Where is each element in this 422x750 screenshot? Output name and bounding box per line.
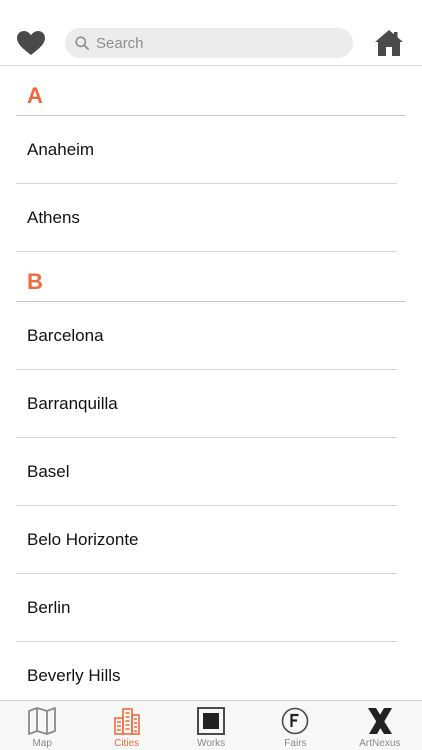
city-name: Athens [27, 207, 80, 227]
tab-works-label: Works [196, 738, 226, 749]
section-letter: A [27, 83, 43, 108]
city-row[interactable]: Berlin [16, 574, 397, 642]
city-name: Basel [27, 461, 70, 481]
city-name: Beverly Hills [27, 666, 121, 685]
x-logo-icon [367, 708, 392, 734]
home-icon[interactable] [374, 28, 404, 58]
search-input[interactable] [96, 34, 336, 52]
section-letter: B [27, 269, 43, 294]
search-bar[interactable] [65, 28, 353, 58]
section-header: A [16, 66, 406, 116]
tab-works[interactable]: Works [169, 701, 253, 750]
tab-map[interactable]: Map [0, 701, 84, 750]
tab-map-label: Map [32, 738, 52, 749]
tab-bar: Map Cities Works Fairs ArtNexus [0, 700, 422, 750]
tab-cities-label: Cities [114, 738, 140, 749]
section-header: B [16, 252, 406, 302]
f-circle-icon [282, 707, 309, 735]
tab-fairs[interactable]: Fairs [253, 701, 337, 750]
city-name: Berlin [27, 597, 71, 617]
city-row[interactable]: Anaheim [16, 116, 397, 184]
city-name: Barranquilla [27, 393, 118, 413]
search-icon [75, 36, 89, 50]
tab-artnexus-label: ArtNexus [359, 738, 401, 749]
city-name: Barcelona [27, 325, 104, 345]
buildings-icon [113, 708, 140, 735]
city-name: Belo Horizonte [27, 529, 139, 549]
city-row[interactable]: Beverly Hills [16, 642, 397, 700]
tab-cities[interactable]: Cities [84, 701, 168, 750]
map-icon [28, 707, 57, 735]
heart-icon[interactable] [16, 30, 46, 56]
tab-artnexus[interactable]: ArtNexus [338, 701, 422, 750]
city-name: Anaheim [27, 139, 95, 159]
city-row[interactable]: Belo Horizonte [16, 506, 397, 574]
city-row[interactable]: Barranquilla [16, 370, 397, 438]
square-frame-icon [197, 707, 226, 735]
cities-screen: A Anaheim Athens B Barcelona Barranquilla Base… [0, 0, 422, 750]
city-list[interactable]: A Anaheim Athens B Barcelona Barranquilla Base… [0, 66, 422, 700]
tab-fairs-label: Fairs [284, 738, 307, 749]
city-row[interactable]: Basel [16, 438, 397, 506]
top-bar [0, 0, 422, 66]
city-row[interactable]: Barcelona [16, 302, 397, 370]
city-row[interactable]: Athens [16, 184, 397, 252]
